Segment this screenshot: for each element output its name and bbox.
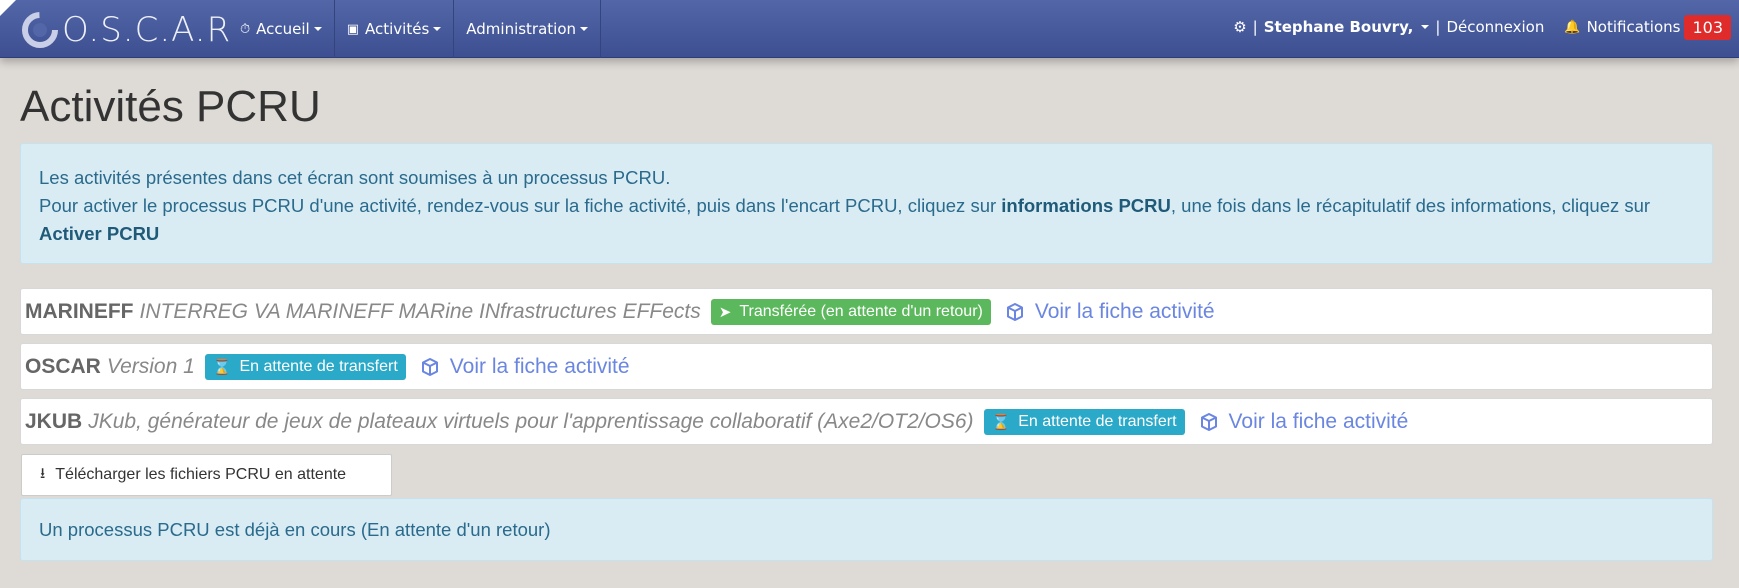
intro-text-a: Pour activer le processus PCRU d'une act…	[39, 195, 1002, 216]
download-icon: ⭳	[40, 464, 46, 482]
bell-icon: 🔔	[1564, 19, 1581, 35]
status-badge: ➤ Transférée (en attente d'un retour)	[710, 298, 991, 325]
notifications-link[interactable]: Notifications	[1587, 18, 1681, 36]
main-menu: ⏱ Accueil ▣ Activités Administration	[228, 0, 602, 58]
view-activity-link[interactable]: Voir la fiche activité	[1199, 409, 1409, 434]
menu-accueil-label: Accueil	[256, 20, 310, 38]
page-title: Activités PCRU	[20, 82, 321, 131]
activity-row: OSCAR Version 1 ⌛ En attente de transfer…	[20, 343, 1713, 390]
activity-acronym: MARINEFF	[25, 299, 134, 323]
activity-label: JKub, générateur de jeux de plateaux vir…	[88, 409, 974, 433]
paper-plane-icon: ➤	[718, 303, 732, 321]
status-badge-label: Transférée (en attente d'un retour)	[739, 302, 983, 320]
cube-icon	[421, 357, 438, 376]
view-activity-label: Voir la fiche activité	[449, 354, 630, 378]
gear-icon[interactable]: ⚙	[1233, 18, 1246, 36]
activity-label: Version 1	[106, 354, 195, 378]
view-activity-label: Voir la fiche activité	[1228, 409, 1409, 433]
cube-icon	[1200, 412, 1217, 431]
cube-icon: ▣	[346, 21, 359, 37]
chevron-down-icon	[313, 27, 322, 31]
menu-administration-label: Administration	[466, 20, 577, 38]
intro-text-b: , une fois dans le récapitulatif des inf…	[1170, 195, 1651, 216]
top-navbar: O.S.C.A.R ⏱ Accueil ▣ Activités Administ…	[0, 0, 1739, 58]
hourglass-icon: ⌛	[212, 358, 232, 376]
hourglass-icon: ⌛	[991, 413, 1011, 431]
view-activity-link[interactable]: Voir la fiche activité	[420, 355, 630, 379]
cube-icon	[1006, 302, 1023, 321]
intro-line-1: Les activités présentes dans cet écran s…	[39, 167, 671, 188]
status-badge: ⌛ En attente de transfert	[983, 408, 1185, 435]
activity-row: MARINEFF INTERREG VA MARINEFF MARine INf…	[20, 288, 1713, 335]
menu-accueil[interactable]: ⏱ Accueil	[228, 0, 335, 58]
user-name[interactable]: Stephane Bouvry,	[1264, 18, 1414, 36]
user-menu-chevron-icon[interactable]	[1421, 25, 1430, 29]
brand-name: O.S.C.A.R	[62, 10, 232, 50]
activity-label: INTERREG VA MARINEFF MARine INfrastructu…	[139, 299, 701, 323]
separator: |	[1252, 18, 1258, 36]
menu-activites-label: Activités	[365, 20, 430, 38]
process-notice-text: Un processus PCRU est déjà en cours (En …	[39, 519, 551, 540]
dashboard-icon: ⏱	[240, 21, 251, 37]
corner-marker	[0, 0, 16, 16]
chevron-down-icon	[580, 27, 589, 31]
separator: |	[1435, 18, 1441, 36]
intro-bold-activer: Activer PCRU	[39, 223, 160, 244]
intro-bold-informations: informations PCRU	[1001, 195, 1171, 216]
download-button-label: Télécharger les fichiers PCRU en attente	[55, 466, 347, 483]
intro-line-2: Pour activer le processus PCRU d'une act…	[39, 192, 1694, 248]
activity-acronym: OSCAR	[25, 354, 101, 378]
chevron-down-icon	[433, 27, 442, 31]
logout-link[interactable]: Déconnexion	[1446, 18, 1544, 36]
notifications-count-badge[interactable]: 103	[1684, 14, 1731, 40]
brand-logo-link[interactable]: O.S.C.A.R	[20, 10, 231, 50]
pcru-intro-box: Les activités présentes dans cet écran s…	[20, 143, 1713, 264]
status-badge-label: En attente de transfert	[1018, 412, 1177, 430]
process-notice: Un processus PCRU est déjà en cours (En …	[20, 498, 1713, 561]
download-pcru-files-button[interactable]: ⭳ Télécharger les fichiers PCRU en atten…	[21, 454, 392, 496]
view-activity-label: Voir la fiche activité	[1034, 299, 1215, 323]
oscar-logo-icon	[22, 12, 58, 48]
activity-row: JKUB JKub, générateur de jeux de plateau…	[20, 398, 1713, 445]
status-badge-label: En attente de transfert	[239, 357, 398, 375]
status-badge: ⌛ En attente de transfert	[204, 353, 406, 380]
menu-activites[interactable]: ▣ Activités	[335, 0, 455, 58]
menu-administration[interactable]: Administration	[454, 0, 602, 58]
view-activity-link[interactable]: Voir la fiche activité	[1005, 300, 1215, 324]
user-area: ⚙ | Stephane Bouvry, | Déconnexion 🔔 Not…	[1233, 0, 1731, 54]
activity-acronym: JKUB	[25, 409, 83, 433]
